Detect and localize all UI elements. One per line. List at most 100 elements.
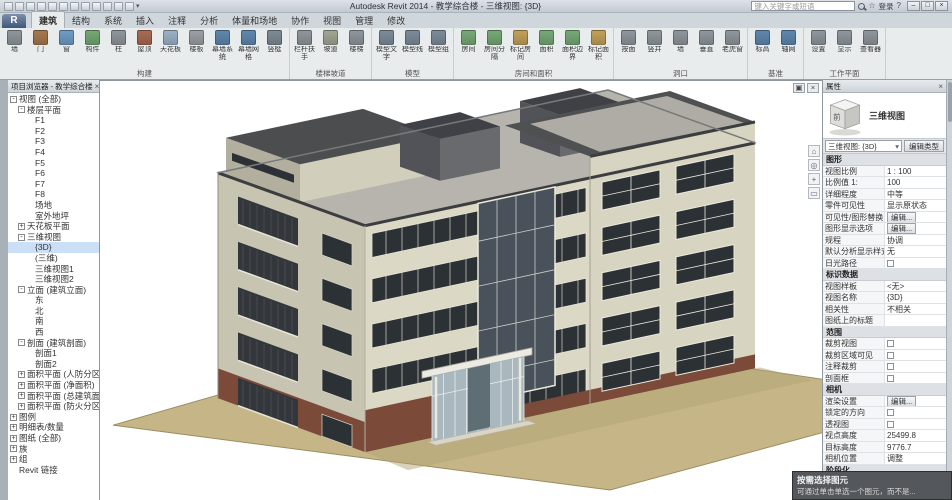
property-value[interactable]: 调整: [885, 453, 946, 464]
tree-item[interactable]: 三维视图2: [8, 274, 99, 285]
open-icon[interactable]: [4, 2, 13, 11]
ribbon-tab[interactable]: 修改: [380, 12, 412, 28]
zoom-window-icon[interactable]: ▭: [808, 187, 820, 199]
ribbon-button[interactable]: 竖梃: [262, 29, 287, 68]
ribbon-button[interactable]: 幕墙网格: [236, 29, 261, 68]
tree-item[interactable]: -剖面 (建筑剖面): [8, 338, 99, 349]
tree-item[interactable]: 剖面1: [8, 348, 99, 359]
property-value[interactable]: 1 : 100: [885, 166, 946, 177]
tree-item[interactable]: 东: [8, 295, 99, 306]
tree-item[interactable]: +图纸 (全部): [8, 433, 99, 444]
ribbon-button[interactable]: 房间分隔: [482, 29, 507, 68]
ribbon-button[interactable]: 窗: [54, 29, 79, 68]
ribbon-button[interactable]: 老虎窗: [720, 29, 745, 68]
ribbon-tab[interactable]: 管理: [348, 12, 380, 28]
tree-item[interactable]: Revit 链接: [8, 465, 99, 476]
property-value[interactable]: 中等: [885, 189, 946, 200]
ribbon-button[interactable]: 墙: [2, 29, 27, 68]
property-value[interactable]: 无: [885, 246, 946, 257]
property-group-header[interactable]: 范围: [823, 327, 946, 339]
ribbon-button[interactable]: 天花板: [158, 29, 183, 68]
tree-item[interactable]: F8: [8, 189, 99, 200]
ribbon-button[interactable]: 墙: [668, 29, 693, 68]
checkbox[interactable]: [887, 352, 894, 359]
tree-item[interactable]: 南: [8, 316, 99, 327]
tree-item[interactable]: 西: [8, 327, 99, 338]
tree-expander-icon[interactable]: +: [18, 392, 25, 399]
property-group-header[interactable]: 图形: [823, 154, 946, 166]
checkbox[interactable]: [887, 340, 894, 347]
tree-expander-icon[interactable]: +: [10, 456, 17, 463]
tree-item[interactable]: +面积平面 (人防分区面积): [8, 369, 99, 380]
properties-scrollbar[interactable]: [946, 80, 952, 500]
ribbon-tab[interactable]: 协作: [284, 12, 316, 28]
property-value[interactable]: [885, 350, 946, 361]
tree-item[interactable]: +天花板平面: [8, 221, 99, 232]
tree-expander-icon[interactable]: +: [10, 424, 17, 431]
properties-close-icon[interactable]: ×: [936, 82, 943, 91]
tree-item[interactable]: F1: [8, 115, 99, 126]
ribbon-button[interactable]: 标记房间: [508, 29, 533, 68]
tree-item[interactable]: F7: [8, 179, 99, 190]
property-value[interactable]: [885, 419, 946, 430]
ribbon-button[interactable]: 按面: [616, 29, 641, 68]
ribbon-button[interactable]: 坡道: [318, 29, 343, 68]
ribbon-button[interactable]: 标高: [750, 29, 775, 68]
ribbon-button[interactable]: 构件: [80, 29, 105, 68]
ribbon-button[interactable]: 屋顶: [132, 29, 157, 68]
minimize-button[interactable]: –: [907, 1, 920, 11]
tree-item[interactable]: +图例: [8, 412, 99, 423]
ribbon-tab[interactable]: 系统: [97, 12, 129, 28]
tree-item[interactable]: +族: [8, 444, 99, 455]
ribbon-button[interactable]: 标记面积: [586, 29, 611, 68]
drawing-canvas[interactable]: ▣× ⌂◎+▭: [100, 80, 822, 500]
tree-item[interactable]: -视图 (全部): [8, 94, 99, 105]
search-icon[interactable]: [858, 3, 865, 10]
tree-expander-icon[interactable]: -: [18, 106, 25, 113]
ribbon-button[interactable]: 模型文字: [374, 29, 399, 68]
tree-item[interactable]: -三维视图: [8, 232, 99, 243]
tree-item[interactable]: 室外地坪: [8, 211, 99, 222]
property-value[interactable]: [885, 407, 946, 418]
ribbon-tab[interactable]: 体量和场地: [225, 12, 284, 28]
ribbon-button[interactable]: 房间: [456, 29, 481, 68]
tree-item[interactable]: 场地: [8, 200, 99, 211]
property-value[interactable]: 25499.8: [885, 430, 946, 441]
tree-expander-icon[interactable]: +: [18, 382, 25, 389]
tree-expander-icon[interactable]: -: [18, 234, 25, 241]
tree-item[interactable]: +面积平面 (防火分区面积): [8, 401, 99, 412]
ribbon-button[interactable]: 面积: [534, 29, 559, 68]
ribbon-button[interactable]: 设置: [806, 29, 831, 68]
property-value[interactable]: 编辑...: [885, 212, 946, 223]
align-icon[interactable]: [81, 2, 90, 11]
ribbon-tab[interactable]: 分析: [193, 12, 225, 28]
application-menu-button[interactable]: R: [2, 14, 26, 28]
default-3d-view-icon[interactable]: [103, 2, 112, 11]
thin-lines-icon[interactable]: [125, 2, 134, 11]
tree-item[interactable]: F6: [8, 168, 99, 179]
tree-expander-icon[interactable]: -: [10, 96, 17, 103]
ribbon-button[interactable]: 门: [28, 29, 53, 68]
property-value[interactable]: <无>: [885, 281, 946, 292]
ribbon-tab[interactable]: 视图: [316, 12, 348, 28]
property-value[interactable]: 不相关: [885, 304, 946, 315]
tree-expander-icon[interactable]: +: [10, 435, 17, 442]
project-browser-header[interactable]: 项目浏览器 - 教学综合楼 ×: [8, 80, 99, 93]
ribbon-button[interactable]: 栏杆扶手: [292, 29, 317, 68]
tree-expander-icon[interactable]: +: [18, 371, 25, 378]
section-icon[interactable]: [114, 2, 123, 11]
property-value[interactable]: 100: [885, 177, 946, 188]
tree-expander-icon[interactable]: -: [18, 286, 25, 293]
ribbon-tab[interactable]: 结构: [65, 12, 97, 28]
property-value[interactable]: 编辑...: [885, 223, 946, 234]
tree-item[interactable]: 剖面2: [8, 359, 99, 370]
property-value[interactable]: [885, 338, 946, 349]
view-restore-icon[interactable]: ▣: [793, 83, 805, 93]
help-icon[interactable]: ?: [897, 1, 901, 11]
tree-item[interactable]: +明细表/数量: [8, 422, 99, 433]
ribbon-button[interactable]: 楼板: [184, 29, 209, 68]
property-value[interactable]: [885, 315, 946, 326]
project-browser-close-icon[interactable]: ×: [93, 82, 99, 91]
ribbon-button[interactable]: 模型组: [426, 29, 451, 68]
tree-expander-icon[interactable]: +: [18, 403, 25, 410]
